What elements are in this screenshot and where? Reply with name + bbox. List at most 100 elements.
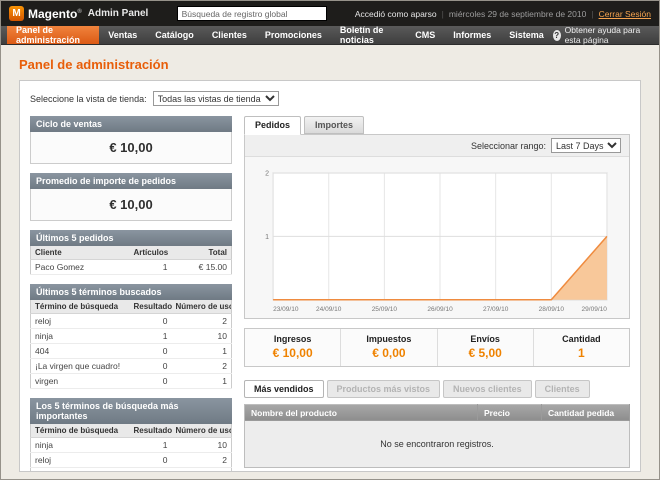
table-row[interactable]: ninja110 — [31, 329, 232, 344]
global-search-input[interactable] — [177, 6, 327, 21]
nav-item-customers[interactable]: Clientes — [203, 26, 256, 44]
nav-item-newsletter[interactable]: Boletín de noticias — [331, 26, 406, 44]
table-cell: 1 — [130, 260, 172, 275]
range-selector-row: Seleccionar rango: Last 7 Days — [245, 135, 629, 157]
svg-text:28/09/10: 28/09/10 — [539, 306, 565, 313]
column-header: Término de búsqueda — [31, 300, 130, 314]
nav-item-dashboard[interactable]: Panel de administración — [7, 26, 99, 44]
trademark: ® — [77, 9, 81, 15]
col-price: Precio — [478, 404, 542, 421]
average-orders-title: Promedio de importe de pedidos — [30, 173, 232, 189]
table-row[interactable]: ninja110 — [31, 438, 232, 453]
dashboard-left-column: Ciclo de ventas € 10,00 Promedio de impo… — [30, 116, 232, 472]
nav-item-cms[interactable]: CMS — [406, 26, 444, 44]
stat-quantity: Cantidad 1 — [533, 329, 629, 366]
table-cell: 0 — [130, 359, 172, 374]
table-cell: 10 — [172, 329, 232, 344]
tab-new-customers[interactable]: Nuevos clientes — [443, 380, 532, 398]
stat-shipping-value: € 5,00 — [438, 346, 533, 360]
nav-item-catalog[interactable]: Catálogo — [146, 26, 203, 44]
brand-name: Magento® — [28, 7, 82, 21]
logged-in-as: Accedió como aparso — [355, 9, 437, 19]
table-cell: 1 — [130, 329, 172, 344]
column-header: Artículos — [130, 246, 172, 260]
store-view-switcher: Seleccione la vista de tienda: Todas las… — [30, 91, 630, 106]
nav-item-reports[interactable]: Informes — [444, 26, 500, 44]
tab-customers[interactable]: Clientes — [535, 380, 590, 398]
table-cell: 10 — [172, 438, 232, 453]
tab-amounts[interactable]: Importes — [304, 116, 364, 134]
table-cell: ¡La virgen que cuadro! — [31, 468, 130, 473]
stat-tax: Impuestos € 0,00 — [340, 329, 436, 366]
svg-text:26/09/10: 26/09/10 — [427, 306, 453, 313]
range-label: Seleccionar rango: — [471, 141, 546, 151]
table-cell: € 15.00 — [172, 260, 232, 275]
orders-area-chart: 23/09/1024/09/1025/09/1026/09/1027/09/10… — [255, 165, 619, 316]
brand-subtitle: Admin Panel — [88, 8, 149, 19]
col-product-name: Nombre del producto — [245, 404, 478, 421]
svg-text:24/09/10: 24/09/10 — [316, 306, 342, 313]
top-search-box: Los 5 términos de búsqueda más important… — [30, 398, 232, 472]
logout-link[interactable]: Cerrar Sesión — [599, 9, 651, 19]
lifetime-sales-box: Ciclo de ventas € 10,00 — [30, 116, 232, 164]
tab-bestsellers[interactable]: Más vendidos — [244, 380, 324, 398]
column-header: Resultados — [130, 300, 172, 314]
table-cell: 2 — [172, 314, 232, 329]
get-help-link[interactable]: ? Obtener ayuda para esta página — [553, 26, 659, 44]
lifetime-sales-title: Ciclo de ventas — [30, 116, 232, 132]
table-cell: 2 — [172, 468, 232, 473]
svg-text:23/09/10: 23/09/10 — [273, 306, 299, 313]
table-row[interactable]: ¡La virgen que cuadro!02 — [31, 359, 232, 374]
table-cell: 0 — [130, 374, 172, 389]
average-orders-value: € 10,00 — [30, 189, 232, 221]
table-cell: 404 — [31, 344, 130, 359]
empty-row: No se encontraron registros. — [245, 421, 630, 468]
table-cell: 0 — [130, 453, 172, 468]
table-cell: reloj — [31, 453, 130, 468]
nav-item-sales[interactable]: Ventas — [99, 26, 146, 44]
lifetime-sales-value: € 10,00 — [30, 132, 232, 164]
current-date: miércoles 29 de septiembre de 2010 — [449, 9, 587, 19]
header-user-info: Accedió como aparso | miércoles 29 de se… — [355, 9, 651, 19]
chart-area: 23/09/1024/09/1025/09/1026/09/1027/09/10… — [245, 157, 629, 318]
svg-text:1: 1 — [265, 234, 269, 241]
totals-bar: Ingresos € 10,00 Impuestos € 0,00 Envíos… — [244, 328, 630, 367]
table-cell: 2 — [172, 359, 232, 374]
column-header: Número de usos — [172, 424, 232, 438]
last-orders-title: Últimos 5 pedidos — [30, 230, 232, 246]
tab-most-viewed[interactable]: Productos más vistos — [327, 380, 441, 398]
tab-orders[interactable]: Pedidos — [244, 116, 301, 135]
svg-text:29/09/10: 29/09/10 — [582, 306, 608, 313]
nav-item-system[interactable]: Sistema — [500, 26, 553, 44]
stat-quantity-value: 1 — [534, 346, 629, 360]
table-cell: ninja — [31, 438, 130, 453]
table-row[interactable]: 40401 — [31, 344, 232, 359]
table-row[interactable]: ¡La virgen que cuadro!02 — [31, 468, 232, 473]
store-view-label: Seleccione la vista de tienda: — [30, 94, 147, 104]
nav-item-promotions[interactable]: Promociones — [256, 26, 331, 44]
main-nav: Panel de administración Ventas Catálogo … — [1, 26, 659, 45]
last-orders-table: ClienteArtículosTotal Paco Gomez1€ 15.00 — [30, 246, 232, 275]
dashboard-panel: Seleccione la vista de tienda: Todas las… — [19, 80, 641, 472]
table-row[interactable]: reloj02 — [31, 453, 232, 468]
table-row[interactable]: reloj02 — [31, 314, 232, 329]
column-header: Resultados — [130, 424, 172, 438]
table-cell: 0 — [130, 468, 172, 473]
stat-revenue: Ingresos € 10,00 — [245, 329, 340, 366]
table-cell: 2 — [172, 453, 232, 468]
column-header: Término de búsqueda — [31, 424, 130, 438]
table-row[interactable]: virgen01 — [31, 374, 232, 389]
range-select[interactable]: Last 7 Days — [551, 138, 621, 153]
table-cell: ninja — [31, 329, 130, 344]
column-header: Total — [172, 246, 232, 260]
table-cell: virgen — [31, 374, 130, 389]
magento-logo-icon: M — [9, 6, 24, 21]
table-cell: 1 — [130, 438, 172, 453]
stat-tax-value: € 0,00 — [341, 346, 436, 360]
store-view-select[interactable]: Todas las vistas de tienda — [153, 91, 279, 106]
table-row[interactable]: Paco Gomez1€ 15.00 — [31, 260, 232, 275]
svg-text:25/09/10: 25/09/10 — [372, 306, 398, 313]
col-qty-ordered: Cantidad pedida — [542, 404, 630, 421]
table-cell: Paco Gomez — [31, 260, 130, 275]
magento-logo: M Magento® Admin Panel — [9, 6, 148, 21]
